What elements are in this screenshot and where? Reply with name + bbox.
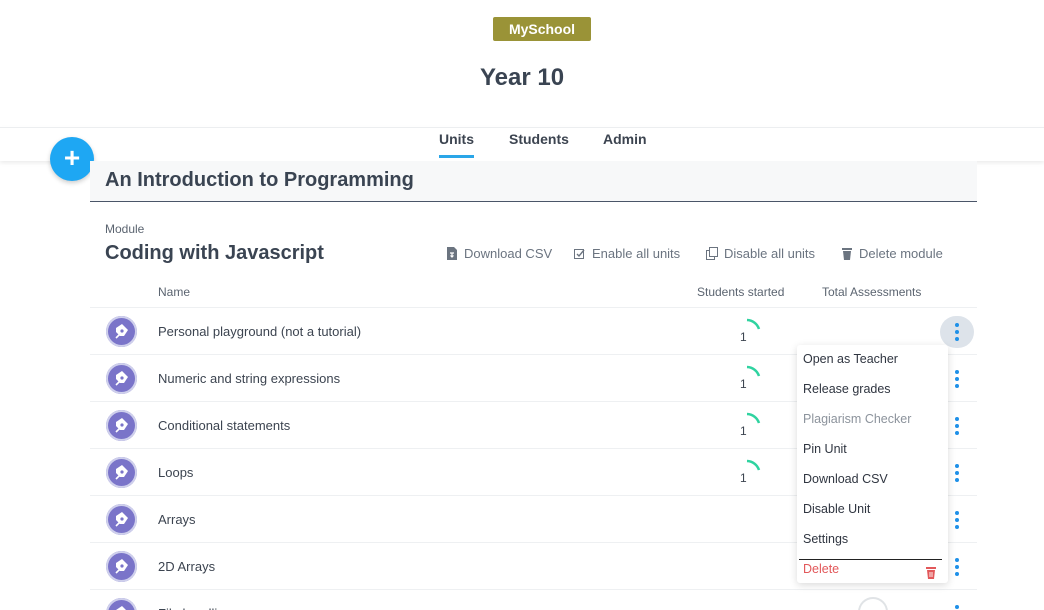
pen-nib-icon — [106, 598, 137, 610]
trash-icon — [842, 248, 852, 260]
delete-module-button[interactable]: Delete module — [841, 246, 943, 261]
trash-icon[interactable] — [925, 566, 937, 579]
tab-bar: Units Students Admin — [0, 127, 1044, 161]
students-started-count: 1 — [740, 377, 747, 391]
tab-units[interactable]: Units — [439, 131, 474, 158]
add-button[interactable]: + — [50, 137, 94, 181]
unit-context-menu: Open as Teacher Release grades Plagiaris… — [797, 345, 948, 583]
students-started-count: 1 — [740, 424, 747, 438]
module-label: Module — [105, 222, 145, 236]
menu-download-csv[interactable]: Download CSV — [803, 472, 888, 486]
column-students-started[interactable]: Students started — [697, 285, 784, 299]
plus-icon: + — [63, 142, 81, 173]
menu-settings[interactable]: Settings — [803, 532, 848, 546]
menu-release-grades[interactable]: Release grades — [803, 382, 891, 396]
module-title: Coding with Javascript — [105, 242, 324, 264]
tab-admin[interactable]: Admin — [603, 131, 647, 147]
column-total-assessments[interactable]: Total Assessments — [822, 285, 921, 299]
enable-all-units-label: Enable all units — [592, 246, 681, 261]
students-started-indicator: 1 — [730, 410, 764, 444]
enable-all-units-button[interactable]: Enable all units — [574, 246, 680, 261]
kebab-icon[interactable] — [940, 316, 974, 348]
disable-all-units-button[interactable]: Disable all units — [706, 246, 815, 261]
download-csv-button[interactable]: Download CSV — [446, 246, 552, 261]
page-title: Year 10 — [479, 64, 565, 91]
students-started-indicator: 1 — [730, 316, 764, 350]
students-started-count: 1 — [740, 330, 747, 344]
menu-pin-unit[interactable]: Pin Unit — [803, 442, 847, 456]
menu-divider — [799, 559, 942, 560]
unit-name[interactable]: Arrays — [158, 512, 196, 527]
column-name[interactable]: Name — [158, 285, 190, 299]
checklist-icon — [574, 249, 585, 259]
pen-nib-icon — [106, 551, 137, 582]
school-badge[interactable]: MySchool — [493, 17, 591, 41]
course-title: An Introduction to Programming — [105, 169, 414, 191]
menu-delete[interactable]: Delete — [803, 562, 839, 576]
tab-students[interactable]: Students — [509, 131, 569, 147]
students-started-count: 1 — [740, 471, 747, 485]
delete-module-label: Delete module — [859, 246, 943, 261]
students-started-indicator: 1 — [730, 363, 764, 397]
table-row[interactable]: File handling — [90, 589, 977, 610]
pen-nib-icon — [106, 316, 137, 347]
students-started-indicator: 1 — [730, 457, 764, 491]
unit-name[interactable]: 2D Arrays — [158, 559, 215, 574]
kebab-icon[interactable] — [940, 598, 974, 610]
copy-icon — [706, 247, 718, 260]
unit-name[interactable]: Conditional statements — [158, 418, 290, 433]
file-download-icon — [447, 247, 457, 260]
course-header[interactable]: An Introduction to Programming — [90, 161, 977, 202]
download-csv-label: Download CSV — [464, 246, 553, 261]
menu-disable-unit[interactable]: Disable Unit — [803, 502, 870, 516]
unit-name[interactable]: Loops — [158, 465, 193, 480]
unit-name[interactable]: File handling — [158, 606, 232, 610]
pen-nib-icon — [106, 410, 137, 441]
pen-nib-icon — [106, 504, 137, 535]
menu-open-as-teacher[interactable]: Open as Teacher — [803, 352, 898, 366]
pen-nib-icon — [106, 363, 137, 394]
unit-name[interactable]: Numeric and string expressions — [158, 371, 340, 386]
unit-name[interactable]: Personal playground (not a tutorial) — [158, 324, 361, 339]
pen-nib-icon — [106, 457, 137, 488]
disable-all-units-label: Disable all units — [724, 246, 816, 261]
menu-plagiarism-checker[interactable]: Plagiarism Checker — [803, 412, 911, 426]
